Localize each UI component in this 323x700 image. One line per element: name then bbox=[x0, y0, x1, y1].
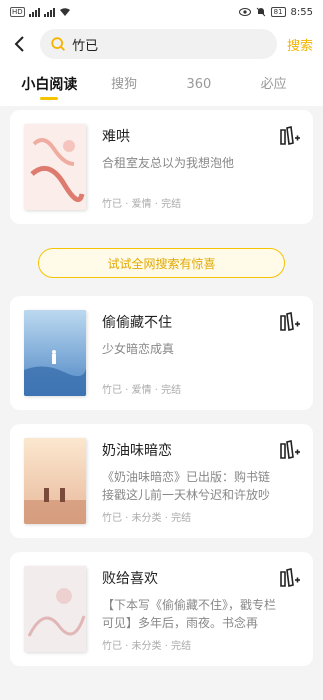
battery-icon: 81 bbox=[270, 7, 286, 17]
all-web-search-button[interactable]: 试试全网搜索有惊喜 bbox=[38, 248, 285, 278]
eye-icon bbox=[238, 8, 251, 16]
cover-art bbox=[24, 438, 86, 524]
book-info: 偷偷藏不住 少女暗恋成真 竹已 · 爱情 · 完结 bbox=[102, 310, 299, 396]
search-box[interactable] bbox=[40, 29, 277, 59]
signal-icon-2 bbox=[43, 7, 55, 17]
wifi-icon bbox=[59, 8, 70, 16]
book-desc: 少女暗恋成真 bbox=[102, 342, 175, 356]
tab-360[interactable]: 360 bbox=[162, 64, 237, 106]
book-info: 败给喜欢 【下本写《偷偷藏不住》，戳专栏可见】多年后，雨夜。书念再次… 竹已 ·… bbox=[102, 566, 299, 652]
book-cover bbox=[24, 124, 86, 210]
book-title: 偷偷藏不住 bbox=[102, 315, 172, 331]
book-card[interactable]: 偷偷藏不住 少女暗恋成真 竹已 · 爱情 · 完结 bbox=[10, 296, 313, 410]
all-search-wrap: 试试全网搜索有惊喜 bbox=[10, 238, 313, 296]
book-card[interactable]: 难哄 合租室友总以为我想泡他 竹已 · 爱情 · 完结 bbox=[10, 110, 313, 224]
network-type: HD bbox=[10, 7, 25, 17]
book-cover bbox=[24, 566, 86, 652]
add-to-shelf-icon[interactable] bbox=[279, 312, 301, 332]
signal-icon bbox=[28, 7, 40, 17]
cover-art bbox=[24, 124, 86, 210]
book-desc: 《奶油味暗恋》已出版：购书链接戳这儿前一天林兮迟和许放吵架… bbox=[102, 470, 271, 502]
mute-bell-icon bbox=[256, 7, 265, 17]
status-left: HD bbox=[10, 7, 71, 17]
book-meta: 竹已 · 未分类 · 完结 bbox=[102, 641, 192, 652]
back-icon[interactable] bbox=[8, 33, 30, 55]
search-header: 搜索 bbox=[0, 24, 323, 64]
tab-xiaobai[interactable]: 小白阅读 bbox=[12, 64, 87, 106]
book-cover bbox=[24, 310, 86, 396]
status-right: 81 8:55 bbox=[238, 6, 313, 18]
book-info: 难哄 合租室友总以为我想泡他 竹已 · 爱情 · 完结 bbox=[102, 124, 299, 210]
search-button[interactable]: 搜索 bbox=[287, 35, 313, 54]
source-tabs: 小白阅读 搜狗 360 必应 bbox=[0, 64, 323, 106]
book-title: 奶油味暗恋 bbox=[102, 443, 172, 459]
search-icon bbox=[51, 37, 65, 51]
book-card[interactable]: 奶油味暗恋 《奶油味暗恋》已出版：购书链接戳这儿前一天林兮迟和许放吵架… 竹已 … bbox=[10, 424, 313, 538]
book-title: 败给喜欢 bbox=[102, 571, 158, 587]
book-card[interactable]: 败给喜欢 【下本写《偷偷藏不住》，戳专栏可见】多年后，雨夜。书念再次… 竹已 ·… bbox=[10, 552, 313, 666]
book-desc: 合租室友总以为我想泡他 bbox=[102, 156, 235, 170]
book-meta: 竹已 · 爱情 · 完结 bbox=[102, 385, 182, 396]
tab-bing[interactable]: 必应 bbox=[236, 64, 311, 106]
add-to-shelf-icon[interactable] bbox=[279, 126, 301, 146]
clock: 8:55 bbox=[290, 6, 313, 18]
tab-sogou[interactable]: 搜狗 bbox=[87, 64, 162, 106]
cover-art bbox=[24, 566, 86, 652]
search-input[interactable] bbox=[72, 36, 267, 52]
book-meta: 竹已 · 爱情 · 完结 bbox=[102, 199, 182, 210]
add-to-shelf-icon[interactable] bbox=[279, 440, 301, 460]
add-to-shelf-icon[interactable] bbox=[279, 568, 301, 588]
book-meta: 竹已 · 未分类 · 完结 bbox=[102, 513, 192, 524]
cover-art bbox=[24, 310, 86, 396]
results-list: 难哄 合租室友总以为我想泡他 竹已 · 爱情 · 完结 试试全网搜索有惊喜 偷偷… bbox=[0, 106, 323, 666]
book-info: 奶油味暗恋 《奶油味暗恋》已出版：购书链接戳这儿前一天林兮迟和许放吵架… 竹已 … bbox=[102, 438, 299, 524]
book-desc: 【下本写《偷偷藏不住》，戳专栏可见】多年后，雨夜。书念再次… bbox=[102, 598, 277, 630]
status-bar: HD 81 8:55 bbox=[0, 0, 323, 24]
book-title: 难哄 bbox=[102, 129, 130, 145]
book-cover bbox=[24, 438, 86, 524]
